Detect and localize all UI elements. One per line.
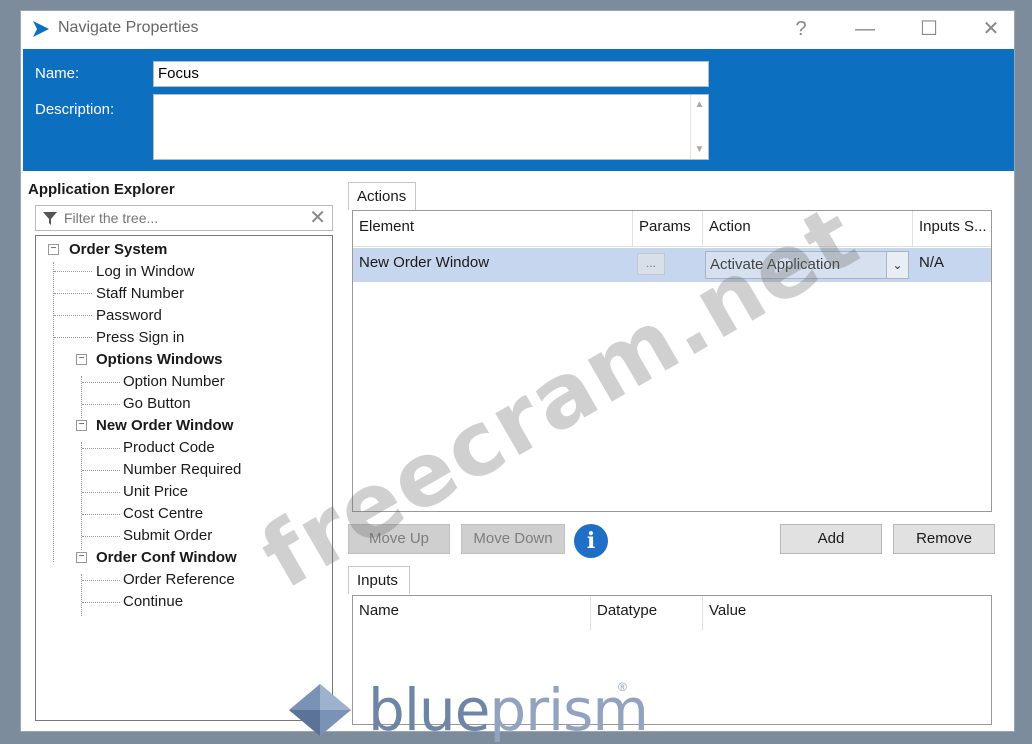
tab-actions[interactable]: Actions [348, 182, 416, 210]
actions-grid: Element Params Action Inputs S... New Or… [352, 210, 992, 512]
row-inputs-set: N/A [919, 254, 945, 271]
column-element[interactable]: Element [353, 211, 633, 247]
tree-connector [54, 271, 92, 272]
tree-group-new-order-window[interactable]: New Order Window [96, 417, 233, 434]
logo-text-bold: blue [368, 676, 490, 744]
tree-connector [53, 262, 54, 562]
tree-connector [54, 293, 92, 294]
tree-connector [54, 315, 92, 316]
column-params[interactable]: Params [633, 211, 703, 247]
collapse-icon[interactable]: − [48, 244, 59, 255]
actions-grid-header: Element Params Action Inputs S... [353, 211, 991, 247]
remove-button[interactable]: Remove [893, 524, 995, 554]
add-button[interactable]: Add [780, 524, 882, 554]
collapse-icon[interactable]: − [76, 354, 87, 365]
help-button[interactable]: ? [779, 15, 823, 43]
tree-connector [82, 448, 120, 449]
tree-item[interactable]: Submit Order [123, 527, 212, 544]
registered-mark: ® [618, 680, 627, 694]
title-bar: Navigate Properties ? — ☐ ✕ [21, 11, 1014, 47]
move-down-button[interactable]: Move Down [461, 524, 565, 554]
properties-header: Name: Focus Description: ▲ ▼ [23, 49, 1014, 171]
tree-item[interactable]: Log in Window [96, 263, 194, 280]
tree-item[interactable]: Cost Centre [123, 505, 203, 522]
tree-item[interactable]: Unit Price [123, 483, 188, 500]
name-field[interactable]: Focus [153, 61, 709, 87]
tree-item[interactable]: Option Number [123, 373, 225, 390]
tree-item[interactable]: Product Code [123, 439, 215, 456]
description-field[interactable]: ▲ ▼ [153, 94, 709, 160]
column-inputs-set[interactable]: Inputs S... [913, 211, 991, 247]
collapse-icon[interactable]: − [76, 420, 87, 431]
tree-item[interactable]: Continue [123, 593, 183, 610]
blueprism-app-icon [33, 21, 49, 37]
minimize-button[interactable]: — [843, 15, 887, 43]
blueprism-logo-icon [289, 684, 351, 736]
tree-item[interactable]: Staff Number [96, 285, 184, 302]
tree-connector [82, 536, 120, 537]
collapse-icon[interactable]: − [76, 552, 87, 563]
window-title: Navigate Properties [58, 19, 199, 36]
tree-item[interactable]: Number Required [123, 461, 241, 478]
tree-connector [82, 602, 120, 603]
tree-connector [81, 442, 82, 550]
move-up-button[interactable]: Move Up [348, 524, 450, 554]
application-tree[interactable]: − Order System Log in Window Staff Numbe… [35, 235, 333, 721]
clear-filter-icon[interactable]: ✕ [309, 207, 326, 229]
filter-input[interactable] [62, 206, 302, 230]
tree-root-order-system[interactable]: Order System [69, 241, 167, 258]
tree-filter[interactable]: ✕ [35, 205, 333, 231]
blueprism-logo: blueprism ® [285, 676, 649, 744]
tree-item[interactable]: Press Sign in [96, 329, 184, 346]
tree-item[interactable]: Go Button [123, 395, 191, 412]
maximize-button[interactable]: ☐ [907, 15, 951, 43]
tree-connector [82, 382, 120, 383]
tree-group-order-conf-window[interactable]: Order Conf Window [96, 549, 237, 566]
funnel-icon [43, 212, 57, 225]
column-value[interactable]: Value [703, 596, 991, 630]
action-selected-value: Activate Application [710, 256, 841, 273]
name-label: Name: [35, 65, 80, 82]
tree-connector [82, 404, 120, 405]
tree-item[interactable]: Password [96, 307, 162, 324]
chevron-down-icon[interactable]: ⌄ [886, 252, 908, 278]
tree-group-options-windows[interactable]: Options Windows [96, 351, 223, 368]
close-button[interactable]: ✕ [969, 15, 1013, 43]
tree-connector [54, 337, 92, 338]
tree-item[interactable]: Order Reference [123, 571, 235, 588]
tree-connector [82, 470, 120, 471]
info-icon[interactable]: i [574, 524, 608, 558]
tree-connector [82, 580, 120, 581]
description-label: Description: [35, 101, 115, 118]
column-name[interactable]: Name [353, 596, 591, 630]
tree-connector [82, 514, 120, 515]
tab-inputs[interactable]: Inputs [348, 566, 410, 594]
scroll-down-icon[interactable]: ▼ [691, 144, 708, 155]
description-scrollbar[interactable]: ▲ ▼ [690, 95, 708, 159]
params-button[interactable]: ... [637, 253, 665, 275]
row-element: New Order Window [359, 254, 490, 271]
tree-connector [82, 492, 120, 493]
table-row[interactable]: New Order Window ... Activate Applicatio… [353, 248, 991, 282]
column-datatype[interactable]: Datatype [591, 596, 703, 630]
blueprism-wordmark: blueprism [368, 676, 649, 744]
scroll-up-icon[interactable]: ▲ [691, 99, 708, 110]
action-dropdown[interactable]: Activate Application ⌄ [705, 251, 909, 279]
application-explorer-label: Application Explorer [28, 181, 175, 198]
navigate-properties-window: Navigate Properties ? — ☐ ✕ Name: Focus … [20, 10, 1015, 732]
column-action[interactable]: Action [703, 211, 913, 247]
